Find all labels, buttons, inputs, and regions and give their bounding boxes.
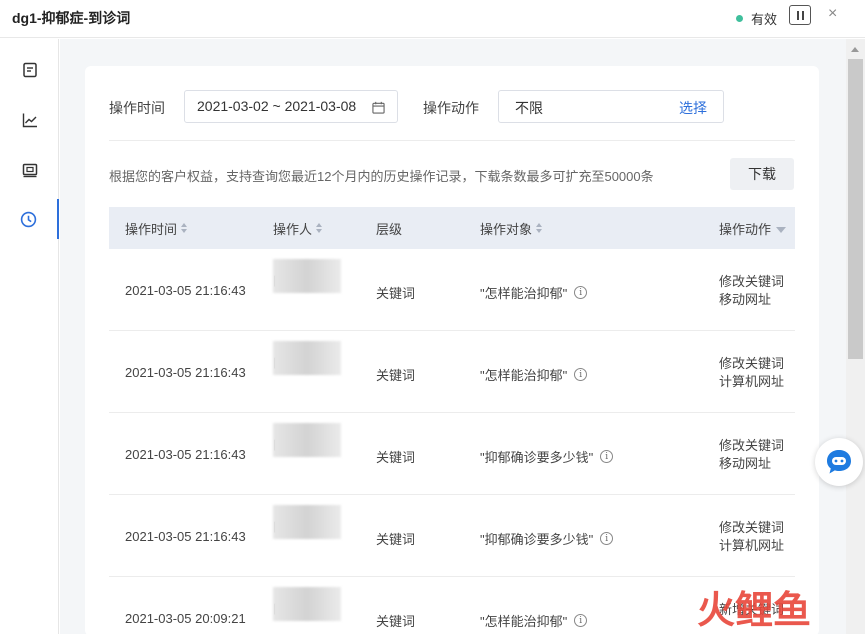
date-range-picker[interactable]: 2021-03-02 ~ 2021-03-08	[184, 90, 398, 123]
sidebar-item-report[interactable]	[0, 50, 59, 90]
table-row: 2021-03-05 20:09:21 医院精神科 关键词 "怎样能治抑郁"i …	[109, 577, 795, 634]
history-card: 操作时间 2021-03-02 ~ 2021-03-08 操作动作 不限 选择 …	[85, 66, 819, 634]
vertical-scrollbar[interactable]	[846, 39, 865, 634]
cell-level: 关键词	[376, 614, 416, 629]
cell-level: 关键词	[376, 286, 416, 301]
chat-bubble-icon	[827, 450, 851, 474]
notice-text: 根据您的客户权益，支持查询您最近12个月内的历史操作记录，下载条数最多可扩充至5…	[109, 169, 654, 184]
history-table: 操作时间 操作人 层级 操作对象 操作动作 2021-03-05 21:16:4…	[109, 207, 795, 634]
filter-icon[interactable]	[776, 226, 787, 233]
col-action-header[interactable]: 操作动作	[719, 219, 787, 238]
table-header: 操作时间 操作人 层级 操作对象 操作动作	[109, 207, 795, 249]
redacted-mask	[273, 341, 341, 375]
info-icon[interactable]: i	[574, 368, 588, 381]
time-filter-label: 操作时间	[109, 100, 165, 116]
cell-object: "抑郁确诊要多少钱" i	[480, 529, 614, 548]
action-select-link[interactable]: 选择	[679, 98, 707, 118]
sidebar-item-monitor[interactable]	[0, 150, 59, 190]
table-row: 2021-03-05 21:16:43 医院精神科 关键词 "抑郁确诊要多少钱"…	[109, 413, 795, 495]
filter-divider	[109, 140, 795, 141]
watermark-logo: 火鲤鱼	[695, 585, 855, 632]
col-operator-header[interactable]: 操作人	[273, 219, 323, 238]
pause-button[interactable]	[789, 5, 811, 25]
info-icon[interactable]: i	[600, 532, 614, 545]
redacted-mask	[273, 259, 341, 293]
cell-level: 关键词	[376, 368, 416, 383]
sidebar-item-history[interactable]	[0, 199, 59, 239]
cell-action: 修改关键词移动网址	[719, 274, 785, 307]
action-select-value: 不限	[515, 100, 543, 116]
sidebar-item-trend[interactable]	[0, 100, 59, 140]
line-chart-icon	[22, 113, 37, 128]
cell-action: 修改关键词移动网址	[719, 438, 785, 471]
cell-time: 2021-03-05 21:16:43	[125, 529, 246, 544]
cell-object: "抑郁确诊要多少钱" i	[480, 447, 614, 466]
cell-object: "怎样能治抑郁" i	[480, 283, 588, 302]
close-button[interactable]: ×	[828, 5, 837, 23]
info-icon[interactable]: i	[574, 614, 588, 627]
scroll-thumb[interactable]	[848, 59, 863, 359]
clock-icon	[20, 211, 37, 227]
action-filter-label: 操作动作	[423, 100, 479, 116]
sort-icon[interactable]	[536, 223, 543, 234]
col-object-header[interactable]: 操作对象	[480, 219, 543, 238]
calendar-icon	[372, 101, 385, 114]
svg-text:火鲤鱼: 火鲤鱼	[697, 588, 811, 631]
cell-action: 修改关键词计算机网址	[719, 520, 785, 553]
col-time-header[interactable]: 操作时间	[125, 219, 188, 238]
action-select[interactable]: 不限 选择	[498, 90, 724, 123]
app-window: dg1-抑郁症-到诊词 有效 × 操作时间 2021-03-02 ~ 2021-…	[0, 0, 865, 634]
chat-button[interactable]	[815, 438, 863, 486]
status-text: 有效	[751, 12, 778, 27]
redacted-mask	[273, 587, 341, 621]
cell-level: 关键词	[376, 450, 416, 465]
cell-object: "怎样能治抑郁" i	[480, 365, 588, 384]
cell-time: 2021-03-05 20:09:21	[125, 611, 246, 626]
document-icon	[22, 62, 37, 78]
sort-icon[interactable]	[181, 223, 188, 234]
status-dot-icon	[736, 15, 743, 22]
table-row: 2021-03-05 21:16:43 医院精神科 关键词 "抑郁确诊要多少钱"…	[109, 495, 795, 577]
cell-time: 2021-03-05 21:16:43	[125, 283, 246, 298]
status-indicator: 有效	[736, 9, 777, 28]
screen-icon	[22, 163, 37, 178]
pause-icon	[796, 10, 799, 20]
watermark-icon: 火鲤鱼	[697, 588, 811, 632]
info-icon[interactable]: i	[600, 450, 614, 463]
date-range-value: 2021-03-02 ~ 2021-03-08	[197, 98, 357, 114]
col-level-header: 层级	[376, 222, 403, 237]
redacted-mask	[273, 423, 341, 457]
sidebar	[0, 39, 59, 634]
table-row: 2021-03-05 21:16:43 医院精神科 关键词 "怎样能治抑郁"i …	[109, 331, 795, 413]
cell-action: 修改关键词计算机网址	[719, 356, 785, 389]
table-row: 2021-03-05 21:16:43 医院精神科 关键词 "怎样能治抑郁"i …	[109, 249, 795, 331]
info-icon[interactable]: i	[574, 286, 588, 299]
cell-time: 2021-03-05 21:16:43	[125, 365, 246, 380]
title-bar: dg1-抑郁症-到诊词 有效 ×	[0, 0, 865, 38]
sort-icon[interactable]	[316, 223, 323, 234]
scroll-up-icon[interactable]	[851, 47, 859, 52]
cell-level: 关键词	[376, 532, 416, 547]
cell-object: "怎样能治抑郁" i	[480, 611, 588, 630]
redacted-mask	[273, 505, 341, 539]
window-title: dg1-抑郁症-到诊词	[12, 10, 131, 26]
download-button[interactable]: 下载	[730, 158, 794, 190]
cell-time: 2021-03-05 21:16:43	[125, 447, 246, 462]
